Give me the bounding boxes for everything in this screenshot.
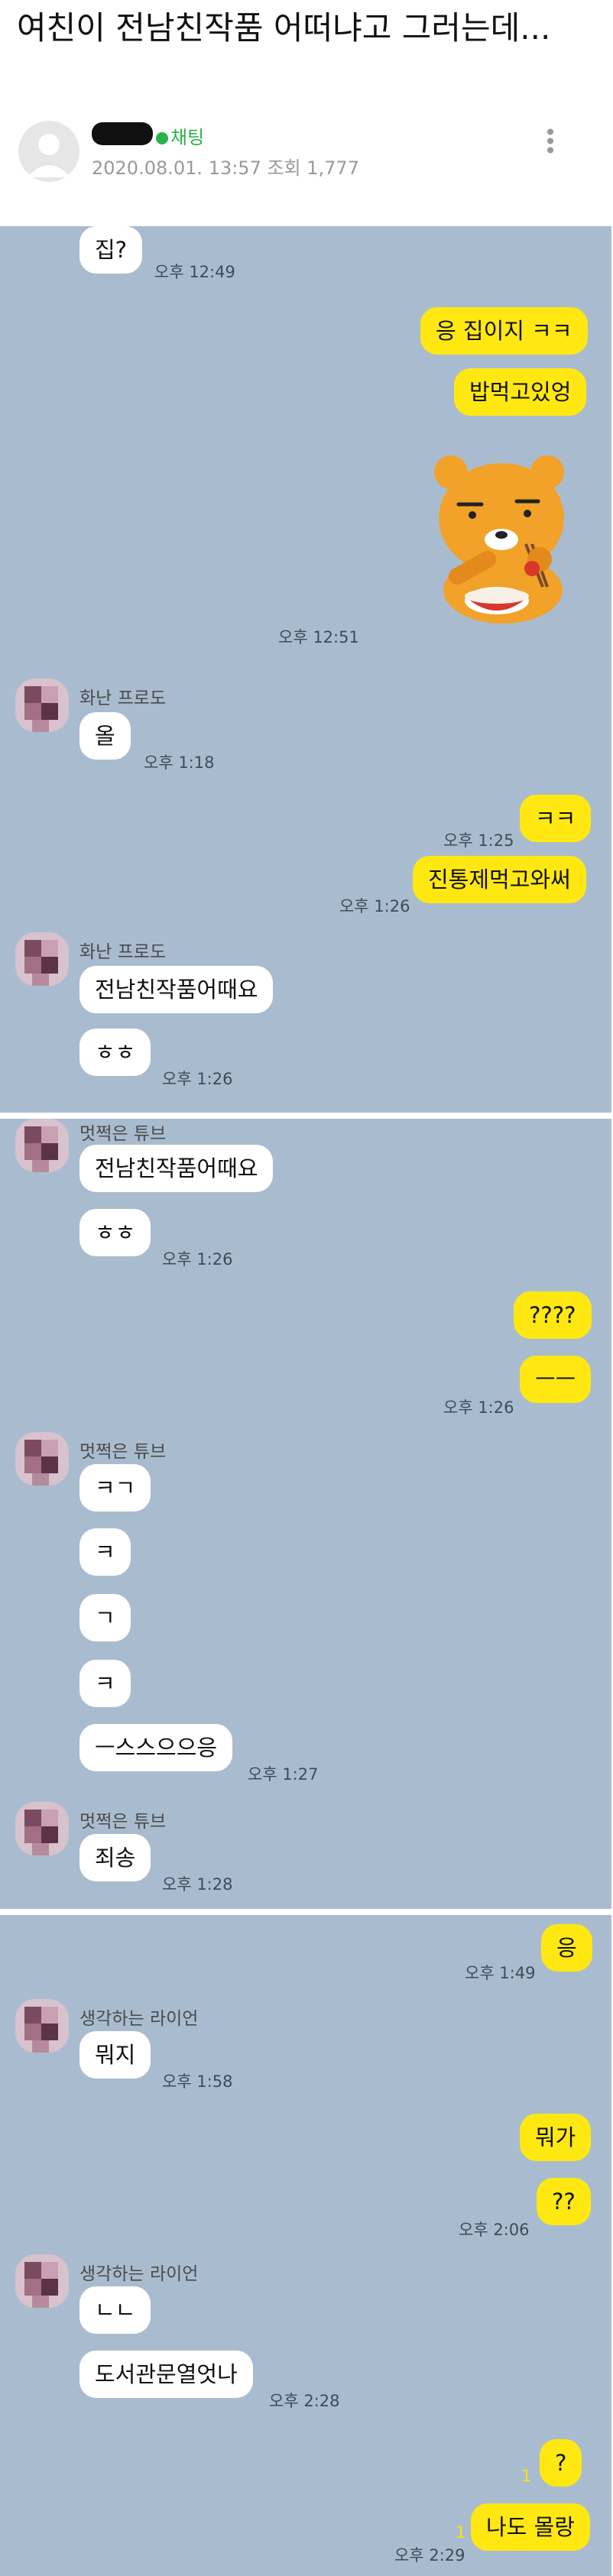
message-time: 오후 1:26 — [162, 1250, 233, 1269]
message-time: 오후 2:06 — [459, 2221, 530, 2239]
message-bubble: ㅡ스스으으응 — [79, 1724, 233, 1771]
friend-avatar-icon[interactable] — [15, 1119, 69, 1172]
author-avatar-icon[interactable] — [18, 121, 79, 182]
message-bubble: 도서관문열엇나 — [79, 2351, 253, 2398]
friend-avatar-icon[interactable] — [15, 1432, 69, 1486]
message-time: 오후 2:29 — [394, 2546, 465, 2565]
sender-name: 멋쩍은 튜브 — [79, 1124, 167, 1144]
chat-badge[interactable]: 채팅 — [156, 122, 204, 149]
post-info: 2020.08.01. 13:57 조회 1,777 — [92, 157, 359, 179]
sender-name: 화난 프로도 — [79, 942, 167, 962]
sender-name: 화난 프로도 — [79, 689, 167, 708]
post-meta: 채팅 2020.08.01. 13:57 조회 1,777 • • • — [18, 116, 599, 193]
my-message-bubble: 응 집이지 ㅋㅋ — [420, 307, 588, 355]
my-message-bubble: ?? — [537, 2178, 591, 2225]
chat-badge-label: 채팅 — [170, 127, 205, 148]
message-bubble: ㄱ — [79, 1594, 131, 1641]
chat-screenshot-2: 멋쩍은 튜브 전남친작품어때요 ㅎㅎ 오후 1:26 ???? ㅡㅡ 오후 1:… — [0, 1119, 613, 1909]
my-message-bubble: 뭐가 — [520, 2114, 592, 2161]
post-title: 여친이 전남친작품 어떠냐고 그러는데... — [17, 9, 551, 47]
my-message-bubble: ㅋㅋ — [520, 795, 592, 842]
message-bubble: ㅎㅎ — [79, 1209, 151, 1256]
my-message-bubble: 나도 몰랑 — [471, 2503, 590, 2551]
unread-count: 1 — [456, 2523, 466, 2542]
message-time: 오후 1:27 — [248, 1765, 319, 1784]
friend-avatar-icon[interactable] — [15, 932, 69, 986]
friend-avatar-icon[interactable] — [15, 1802, 69, 1855]
message-time: 오후 1:58 — [162, 2072, 233, 2091]
kebab-menu-icon[interactable]: • • • — [541, 122, 559, 162]
friend-avatar-icon[interactable] — [15, 1999, 69, 2053]
message-bubble: ㅋㄱ — [79, 1464, 151, 1512]
message-time: 오후 1:49 — [465, 1964, 536, 1982]
message-time: 오후 1:26 — [162, 1070, 233, 1088]
my-message-bubble: ㅡㅡ — [520, 1356, 592, 1403]
message-bubble: 전남친작품어때요 — [79, 966, 274, 1013]
my-message-bubble: 응 — [541, 1924, 592, 1972]
message-time: 오후 1:18 — [144, 753, 215, 772]
message-time: 오후 12:49 — [154, 263, 235, 281]
message-time: 오후 1:26 — [339, 897, 410, 915]
sender-name: 생각하는 라이언 — [79, 2009, 199, 2029]
message-bubble: 집? — [79, 226, 143, 274]
message-bubble: 죄송 — [79, 1834, 151, 1881]
chat-screenshot-1: 집? 오후 12:49 응 집이지 ㅋㅋ 밥먹고있엉 오후 12:51 화난 프… — [0, 226, 613, 1113]
message-bubble: ㄴㄴ — [79, 2286, 151, 2334]
message-bubble: ㅋ — [79, 1660, 131, 1707]
message-bubble: 전남친작품어때요 — [79, 1145, 274, 1192]
chat-screenshot-3: 응 오후 1:49 생각하는 라이언 뭐지 오후 1:58 뭐가 ?? 오후 2… — [0, 1915, 613, 2576]
my-message-bubble: 진통제먹고와써 — [413, 856, 586, 903]
message-time: 오후 12:51 — [278, 628, 359, 646]
sender-name: 생각하는 라이언 — [79, 2264, 199, 2284]
chat-dot-icon — [156, 132, 168, 144]
author-name-redacted[interactable] — [92, 122, 153, 145]
message-time: 오후 1:26 — [443, 1398, 514, 1417]
unread-count: 1 — [521, 2467, 532, 2485]
ryan-sticker-icon — [411, 445, 595, 628]
message-bubble: 뭐지 — [79, 2031, 151, 2079]
my-message-bubble: 밥먹고있엉 — [454, 368, 587, 416]
message-bubble: 올 — [79, 712, 131, 760]
message-bubble: ㅎㅎ — [79, 1029, 151, 1076]
friend-avatar-icon[interactable] — [15, 679, 69, 732]
sender-name: 멋쩍은 튜브 — [79, 1442, 167, 1462]
my-message-bubble: ? — [540, 2439, 582, 2487]
message-bubble: ㅋ — [79, 1528, 131, 1576]
message-time: 오후 1:28 — [162, 1875, 233, 1894]
sender-name: 멋쩍은 튜브 — [79, 1812, 167, 1832]
message-time: 오후 1:25 — [443, 831, 514, 850]
friend-avatar-icon[interactable] — [15, 2254, 69, 2308]
message-time: 오후 2:28 — [269, 2392, 340, 2410]
my-message-bubble: ???? — [514, 1291, 592, 1339]
